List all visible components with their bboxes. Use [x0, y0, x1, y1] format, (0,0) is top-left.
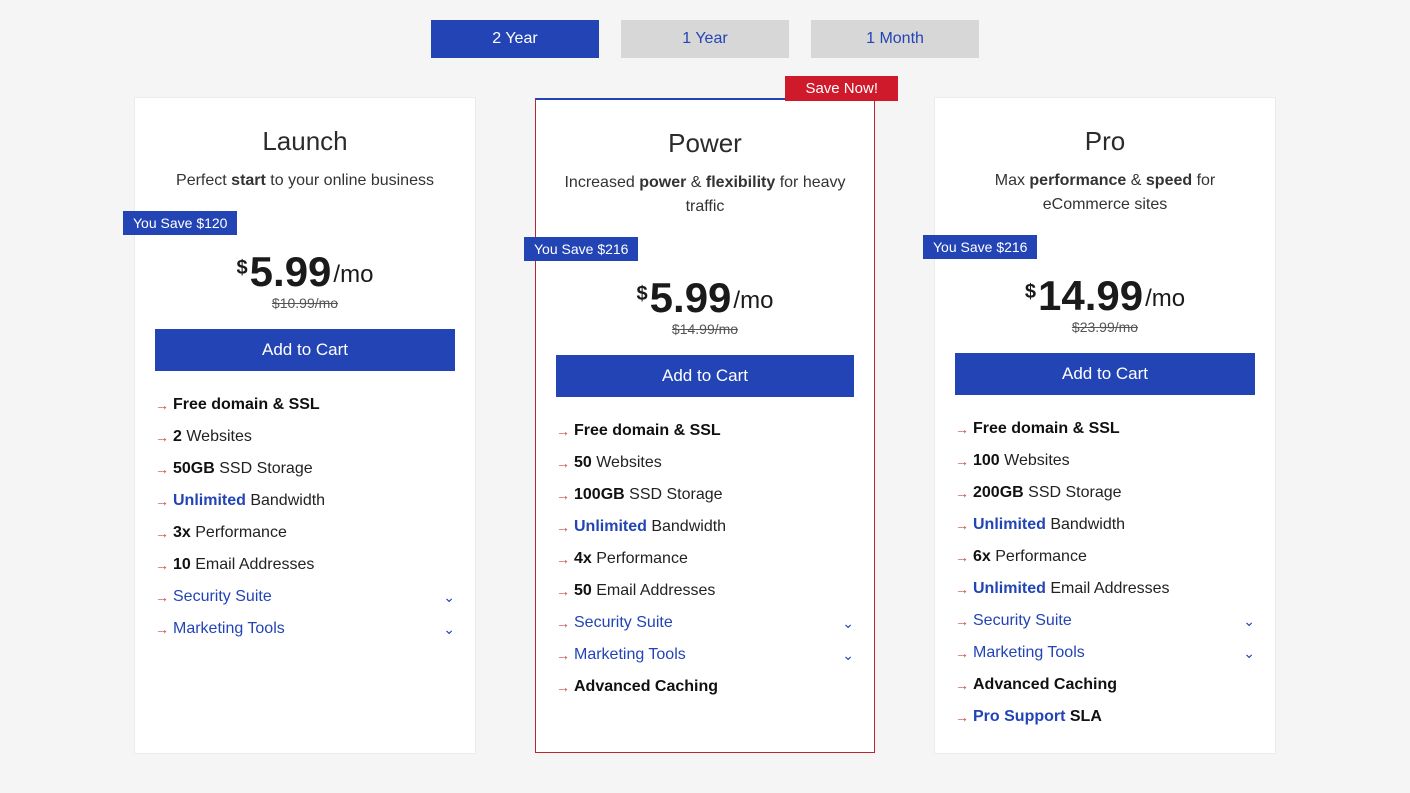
feature-item: →50GB SSD Storage: [155, 453, 455, 485]
arrow-icon: →: [155, 589, 173, 605]
feature-item: →Free domain & SSL: [955, 413, 1255, 445]
feature-item: →Advanced Caching: [556, 671, 854, 703]
arrow-icon: →: [955, 453, 973, 469]
chevron-down-icon: ⌄: [842, 615, 854, 632]
feature-item: →Free domain & SSL: [155, 389, 455, 421]
arrow-icon: →: [556, 583, 574, 599]
plan-subtitle: Max performance & speed for eCommerce si…: [935, 157, 1275, 217]
feature-item: →Free domain & SSL: [556, 415, 854, 447]
arrow-icon: →: [556, 679, 574, 695]
arrow-icon: →: [155, 621, 173, 637]
arrow-icon: →: [955, 485, 973, 501]
plan-title: Pro: [935, 98, 1275, 157]
feature-item: →3x Performance: [155, 517, 455, 549]
arrow-icon: →: [955, 709, 973, 725]
arrow-icon: →: [155, 461, 173, 477]
save-now-badge: Save Now!: [785, 76, 898, 101]
feature-list: →Free domain & SSL→2 Websites→50GB SSD S…: [135, 371, 475, 645]
arrow-icon: →: [556, 551, 574, 567]
arrow-icon: →: [155, 557, 173, 573]
feature-list: →Free domain & SSL→50 Websites→100GB SSD…: [536, 397, 874, 703]
feature-item: →Unlimited Bandwidth: [155, 485, 455, 517]
feature-item: →6x Performance: [955, 541, 1255, 573]
arrow-icon: →: [955, 645, 973, 661]
chevron-down-icon: ⌄: [1243, 613, 1255, 630]
arrow-icon: →: [556, 423, 574, 439]
feature-item: →Advanced Caching: [955, 669, 1255, 701]
price: $14.99/mo$23.99/mo: [935, 259, 1275, 335]
arrow-icon: →: [155, 429, 173, 445]
arrow-icon: →: [155, 397, 173, 413]
price: $5.99/mo$10.99/mo: [135, 235, 475, 311]
feature-item: →2 Websites: [155, 421, 455, 453]
tab-2-year[interactable]: 2 Year: [431, 20, 599, 58]
feature-item: →Unlimited Bandwidth: [556, 511, 854, 543]
feature-expand-marketing-tools[interactable]: →Marketing Tools⌄: [955, 637, 1255, 669]
save-badge: You Save $216: [524, 237, 638, 261]
pricing-plans: LaunchPerfect start to your online busin…: [75, 98, 1335, 753]
feature-item: →100GB SSD Storage: [556, 479, 854, 511]
term-tabs: 2 Year 1 Year 1 Month: [0, 20, 1410, 58]
feature-item: →Pro Support SLA: [955, 701, 1255, 733]
plan-title: Power: [536, 100, 874, 159]
add-to-cart-button[interactable]: Add to Cart: [155, 329, 455, 371]
arrow-icon: →: [955, 677, 973, 693]
tab-1-month[interactable]: 1 Month: [811, 20, 979, 58]
plan-subtitle: Perfect start to your online business: [135, 157, 475, 193]
feature-item: →Unlimited Email Addresses: [955, 573, 1255, 605]
old-price: $23.99/mo: [935, 319, 1275, 335]
arrow-icon: →: [955, 549, 973, 565]
arrow-icon: →: [556, 455, 574, 471]
add-to-cart-button[interactable]: Add to Cart: [955, 353, 1255, 395]
feature-item: →4x Performance: [556, 543, 854, 575]
old-price: $14.99/mo: [536, 321, 874, 337]
feature-item: →100 Websites: [955, 445, 1255, 477]
chevron-down-icon: ⌄: [443, 621, 455, 638]
chevron-down-icon: ⌄: [842, 647, 854, 664]
feature-expand-marketing-tools[interactable]: →Marketing Tools⌄: [556, 639, 854, 671]
add-to-cart-button[interactable]: Add to Cart: [556, 355, 854, 397]
save-badge: You Save $216: [923, 235, 1037, 259]
feature-expand-security-suite[interactable]: →Security Suite⌄: [556, 607, 854, 639]
feature-list: →Free domain & SSL→100 Websites→200GB SS…: [935, 395, 1275, 733]
arrow-icon: →: [955, 421, 973, 437]
feature-item: →50 Email Addresses: [556, 575, 854, 607]
arrow-icon: →: [955, 581, 973, 597]
arrow-icon: →: [955, 517, 973, 533]
arrow-icon: →: [155, 493, 173, 509]
save-badge: You Save $120: [123, 211, 237, 235]
feature-item: →50 Websites: [556, 447, 854, 479]
price: $5.99/mo$14.99/mo: [536, 261, 874, 337]
old-price: $10.99/mo: [135, 295, 475, 311]
feature-expand-security-suite[interactable]: →Security Suite⌄: [955, 605, 1255, 637]
tab-1-year[interactable]: 1 Year: [621, 20, 789, 58]
plan-subtitle: Increased power & flexibility for heavy …: [536, 159, 874, 219]
arrow-icon: →: [556, 615, 574, 631]
arrow-icon: →: [556, 647, 574, 663]
feature-expand-marketing-tools[interactable]: →Marketing Tools⌄: [155, 613, 455, 645]
arrow-icon: →: [155, 525, 173, 541]
plan-card-pro: ProMax performance & speed for eCommerce…: [935, 98, 1275, 753]
feature-item: →200GB SSD Storage: [955, 477, 1255, 509]
arrow-icon: →: [556, 487, 574, 503]
plan-title: Launch: [135, 98, 475, 157]
arrow-icon: →: [556, 519, 574, 535]
arrow-icon: →: [955, 613, 973, 629]
chevron-down-icon: ⌄: [443, 589, 455, 606]
plan-card-power: Save Now!PowerIncreased power & flexibil…: [535, 98, 875, 753]
chevron-down-icon: ⌄: [1243, 645, 1255, 662]
feature-item: →10 Email Addresses: [155, 549, 455, 581]
feature-expand-security-suite[interactable]: →Security Suite⌄: [155, 581, 455, 613]
feature-item: →Unlimited Bandwidth: [955, 509, 1255, 541]
plan-card-launch: LaunchPerfect start to your online busin…: [135, 98, 475, 753]
